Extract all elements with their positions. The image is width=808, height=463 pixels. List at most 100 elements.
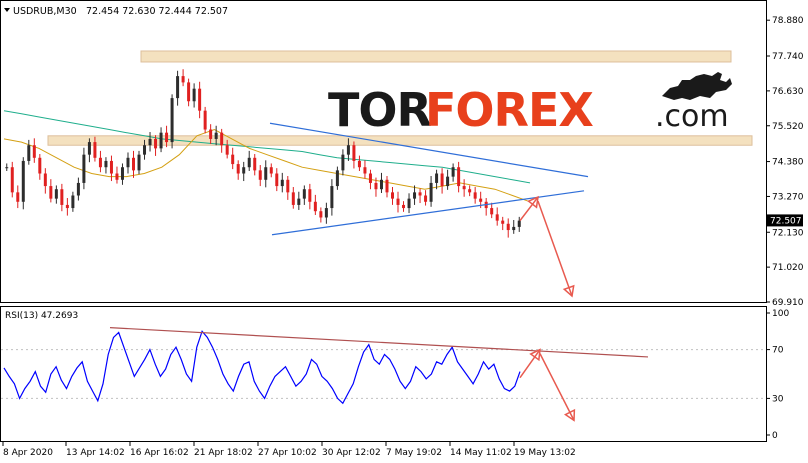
price-tick-label: 76.630 xyxy=(772,87,804,97)
candle-body xyxy=(402,204,406,209)
candle-body xyxy=(506,223,510,231)
time-tick-label: 16 Apr 16:02 xyxy=(130,448,189,458)
candle-body xyxy=(286,179,290,193)
time-tick-label: 7 May 19:02 xyxy=(386,448,442,458)
candle-body xyxy=(98,157,102,168)
candle-body xyxy=(368,173,372,183)
candle-body xyxy=(446,176,450,187)
time-tick-label: 27 Apr 10:02 xyxy=(258,448,317,458)
candle-body xyxy=(396,198,400,205)
candle-body xyxy=(159,132,163,149)
candle-body xyxy=(379,179,383,190)
candle-body xyxy=(457,167,461,187)
candle-body xyxy=(352,145,356,161)
candle-body xyxy=(87,142,91,155)
rsi-tick-label: 0 xyxy=(772,431,778,441)
rsi-axis: 100 70 30 0 xyxy=(766,309,789,441)
candle-body xyxy=(501,220,505,224)
candle-body xyxy=(495,214,499,221)
logo-text-com: .com xyxy=(655,99,729,134)
candle-body xyxy=(231,154,235,165)
candle-body xyxy=(27,145,31,161)
symbol-label: USDRUB,M30 xyxy=(13,6,77,17)
candle-body xyxy=(104,160,108,168)
time-axis: 8 Apr 2020 13 Apr 14:02 16 Apr 16:02 21 Apr… xyxy=(2,441,576,458)
candle-body xyxy=(5,167,9,169)
candle-body xyxy=(517,220,521,227)
candle-body xyxy=(82,154,86,183)
price-tick-label: 77.740 xyxy=(772,52,804,62)
candle-body xyxy=(203,110,207,130)
time-tick-label: 19 May 13:02 xyxy=(514,448,576,458)
candle-body xyxy=(176,76,180,99)
candle-body xyxy=(187,82,191,102)
price-tick-label: 74.380 xyxy=(772,158,804,168)
rsi-panel-frame xyxy=(0,306,767,442)
logo-text-forex: FOREX xyxy=(425,83,593,137)
price-tick-label: 69.910 xyxy=(772,298,804,308)
candle-body xyxy=(76,182,80,196)
candle-body xyxy=(473,192,477,199)
candle-body xyxy=(302,189,306,199)
candle-body xyxy=(418,192,422,196)
candle-body xyxy=(120,167,124,180)
candle-body xyxy=(490,208,494,215)
candle-body xyxy=(319,211,323,218)
candle-body xyxy=(209,129,213,139)
candle-body xyxy=(165,132,169,143)
candle-body xyxy=(429,182,433,202)
candle-body xyxy=(264,167,268,180)
candle-body xyxy=(71,195,75,209)
candle-body xyxy=(236,164,240,174)
candle-body xyxy=(49,186,53,199)
candle-body xyxy=(198,88,202,111)
logo-text-tor: TOR xyxy=(328,83,431,137)
candle-body xyxy=(132,157,135,171)
candle-body xyxy=(126,157,130,168)
time-tick-label: 14 May 11:02 xyxy=(450,448,512,458)
header: USDRUB,M30 72.454 72.630 72.444 72.507 xyxy=(4,6,228,17)
price-tick-label: 73.270 xyxy=(772,192,804,202)
candle-body xyxy=(247,157,251,168)
candle-body xyxy=(291,192,295,205)
price-tick-label: 71.020 xyxy=(772,263,804,273)
candle-body xyxy=(60,189,64,205)
candle-body xyxy=(413,192,417,199)
candle-body xyxy=(115,173,119,180)
candle-body xyxy=(313,201,317,212)
candle-body xyxy=(324,208,328,218)
time-tick-label: 13 Apr 14:02 xyxy=(66,448,125,458)
candle-body xyxy=(137,154,141,171)
time-tick-label: 30 Apr 12:02 xyxy=(322,448,381,458)
candle-body xyxy=(297,198,301,205)
price-tick-label: 78.880 xyxy=(772,16,804,26)
ohlc-values: 72.454 72.630 72.444 72.507 xyxy=(86,6,228,17)
candle-body xyxy=(435,173,439,183)
candle-body xyxy=(220,132,224,146)
candle-body xyxy=(154,138,158,149)
candle-body xyxy=(374,182,378,190)
candle-body xyxy=(16,192,20,202)
candle-body xyxy=(346,145,350,155)
candle-body xyxy=(143,145,147,155)
candle-body xyxy=(43,173,47,187)
price-tick-label: 72.130 xyxy=(772,228,804,238)
candle-body xyxy=(363,167,367,174)
candle-body xyxy=(10,167,14,193)
candle-body xyxy=(181,76,185,83)
candle-body xyxy=(468,189,472,193)
price-axis: 78.880 77.740 76.630 75.520 74.380 73.270 72.1… xyxy=(766,16,804,308)
chart-canvas: USDRUB,M30 72.454 72.630 72.444 72.507 T… xyxy=(0,0,804,458)
candle-body xyxy=(32,145,36,158)
candle-body xyxy=(21,160,25,202)
candle-body xyxy=(225,145,229,155)
time-tick-label: 8 Apr 2020 xyxy=(3,448,53,458)
candle-body xyxy=(275,173,279,187)
candle-body xyxy=(242,167,246,174)
price-panel-frame xyxy=(0,0,767,303)
rsi-label: RSI(13) 47.2693 xyxy=(5,311,78,321)
candle-body xyxy=(280,179,284,187)
candle-body xyxy=(308,189,312,202)
candle-body xyxy=(93,142,97,158)
candle-body xyxy=(109,160,113,174)
